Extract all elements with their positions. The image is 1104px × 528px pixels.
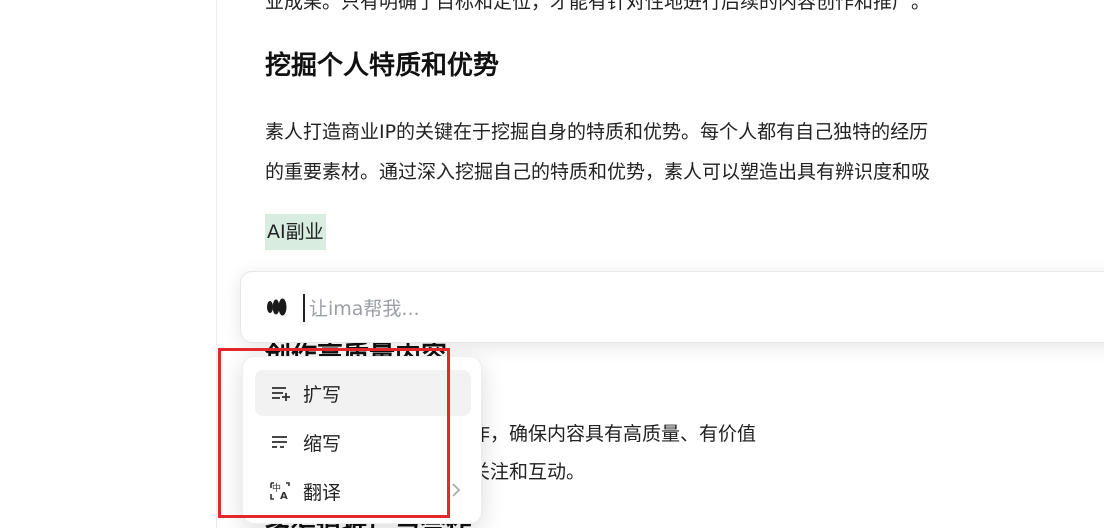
menu-item-shorten[interactable]: 缩写 xyxy=(255,419,471,465)
ai-prompt-input[interactable] xyxy=(307,290,1091,328)
text-caret xyxy=(303,294,305,322)
left-gutter xyxy=(0,0,216,528)
page: 业成果。只有明确了目标和定位，才能有针对性地进行后续的内容创作和推广。 挖掘个人… xyxy=(0,0,1104,528)
shorten-text-icon xyxy=(272,436,287,448)
svg-text:A: A xyxy=(280,491,288,502)
selected-text[interactable]: AI副业 xyxy=(265,214,326,250)
ima-logo-icon xyxy=(267,298,287,316)
section-heading: 挖掘个人特质和优势 xyxy=(265,51,500,81)
menu-item-label: 缩写 xyxy=(303,432,342,455)
ai-prompt-bar[interactable] xyxy=(240,271,1104,343)
paragraph-line: 素人打造商业IP的关键在于挖掘自身的特质和优势。每个人都有自己独特的经历 xyxy=(265,121,929,143)
menu-item-expand[interactable]: 扩写 xyxy=(255,370,471,416)
menu-item-label: 翻译 xyxy=(303,481,342,504)
chevron-right-icon xyxy=(452,483,461,497)
menu-item-translate[interactable]: 中 A 翻译 xyxy=(255,468,471,514)
expand-text-icon xyxy=(272,387,290,401)
menu-item-label: 扩写 xyxy=(303,383,342,406)
ai-action-menu: 扩写 缩写 中 A 翻译 xyxy=(242,356,482,524)
paragraph-line: 的重要素材。通过深入挖掘自己的特质和优势，素人可以塑造出具有辨识度和吸 xyxy=(265,161,931,183)
translate-icon: 中 A xyxy=(270,482,290,502)
partial-paragraph-line: 业成果。只有明确了目标和定位，才能有针对性地进行后续的内容创作和推广。 xyxy=(265,0,931,13)
